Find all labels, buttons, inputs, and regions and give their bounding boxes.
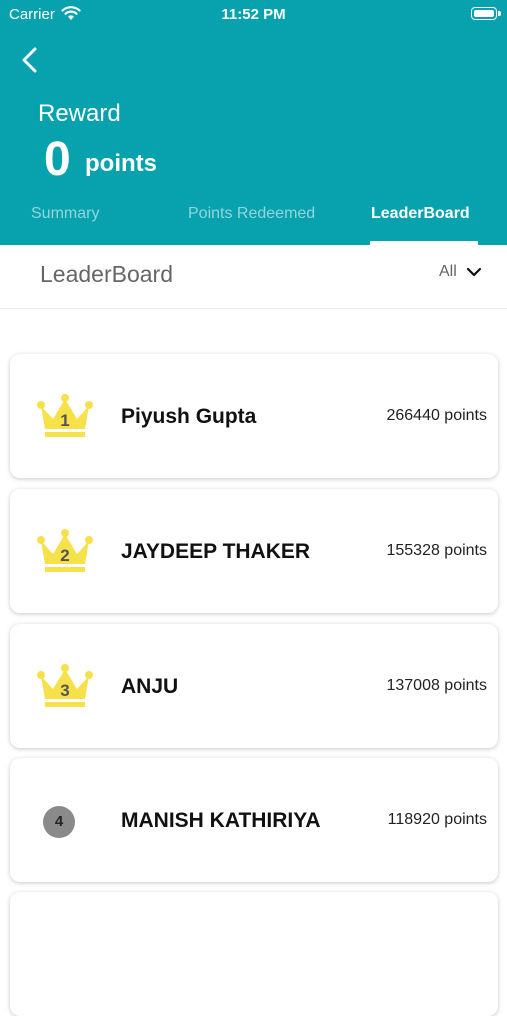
leaderboard-row[interactable]: 3 ANJU 137008 points [10, 624, 498, 748]
filter-dropdown[interactable]: All [439, 263, 457, 281]
user-points: 266440 points [386, 407, 487, 424]
rank-number: 1 [60, 411, 69, 430]
crown-icon: 1 [37, 394, 93, 437]
leaderboard-subheader: LeaderBoard All [0, 245, 507, 309]
points-value: 0 [44, 133, 71, 186]
tab-points-redeemed[interactable]: Points Redeemed [188, 205, 315, 223]
leaderboard-row[interactable] [10, 892, 498, 1016]
clock: 11:52 PM [221, 6, 286, 23]
leaderboard-row[interactable]: 2 JAYDEEP THAKER 155328 points [10, 489, 498, 613]
points-unit: points [85, 150, 157, 177]
user-points: 137008 points [386, 677, 487, 694]
tab-leaderboard[interactable]: LeaderBoard [371, 205, 470, 223]
battery-icon [471, 7, 501, 20]
rank-badge: 4 [43, 806, 75, 838]
user-points: 155328 points [386, 542, 487, 559]
user-points: 118920 points [387, 811, 487, 828]
chevron-down-icon[interactable] [466, 265, 482, 279]
rank-number: 3 [60, 681, 69, 700]
user-name: JAYDEEP THAKER [121, 540, 311, 563]
page-title: Reward [38, 100, 121, 127]
leaderboard-row[interactable]: 1 Piyush Gupta 266440 points [10, 354, 498, 478]
rank-number: 2 [60, 546, 69, 565]
user-name: ANJU [121, 675, 179, 698]
section-title: LeaderBoard [40, 261, 173, 287]
crown-icon: 2 [37, 529, 93, 572]
leaderboard-row[interactable]: 4 MANISH KATHIRIYA 118920 points [10, 758, 498, 882]
user-name: Piyush Gupta [121, 405, 257, 428]
status-bar: Carrier 11:52 PM [0, 0, 507, 30]
tab-summary[interactable]: Summary [31, 205, 99, 223]
user-name: MANISH KATHIRIYA [121, 809, 321, 832]
back-arrow-icon[interactable] [16, 45, 46, 75]
header: Carrier 11:52 PM Reward 0 points Summary… [0, 0, 507, 245]
crown-icon: 3 [37, 664, 93, 707]
